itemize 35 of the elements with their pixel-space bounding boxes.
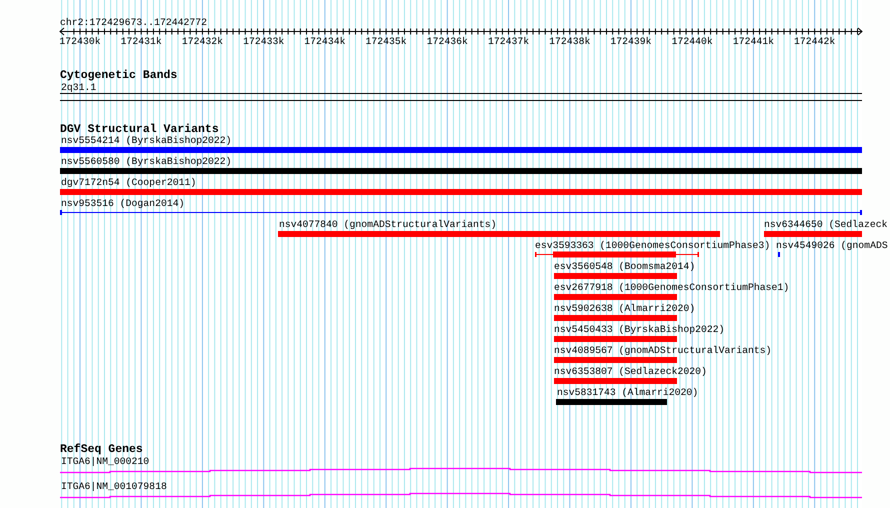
tick-label: 172431k <box>120 36 162 47</box>
feature-label: esv3560548 (Boomsma2014) <box>554 261 696 272</box>
feature-label: nsv5450433 (ByrskaBishop2022) <box>554 324 724 335</box>
feature-label: nsv953516 (Dogan2014) <box>61 198 184 209</box>
tick-label: 172438k <box>549 36 590 47</box>
feature-label: esv2677918 (1000GenomesConsortiumPhase1) <box>554 282 790 293</box>
tick-label: 172436k <box>426 36 468 47</box>
feature-label: 2q31.1 <box>61 82 96 93</box>
tick-label: 172437k <box>488 36 530 47</box>
tick-label: 172439k <box>610 36 652 47</box>
coordinate-range: chr2:172429673..172442772 <box>60 17 207 28</box>
track-title: DGV Structural Variants <box>60 123 219 136</box>
feature-label: nsv5902638 (Almarri2020) <box>554 303 696 314</box>
tick-label: 172442k <box>794 36 836 47</box>
feature-label: nsv6344650 (Sedlazeck <box>764 219 888 230</box>
feature-label: nsv5831743 (Almarri2020) <box>557 387 698 398</box>
feature-label: ITGA6|NM_000210 <box>61 456 150 467</box>
tick-label: 172430k <box>59 36 101 47</box>
feature-label: ITGA6|NM_001079818 <box>61 481 167 492</box>
tick-label: 172434k <box>304 36 346 47</box>
feature-label: nsv5554214 (ByrskaBishop2022) <box>61 135 232 146</box>
feature-label: nsv5560580 (ByrskaBishop2022) <box>61 156 232 167</box>
tick-label: 172440k <box>672 36 713 47</box>
tick-label: 172433k <box>243 36 284 47</box>
track-title: Cytogenetic Bands <box>60 69 178 82</box>
feature-label: nsv4077840 (gnomADStructuralVariants) <box>279 219 497 230</box>
feature-label: dgv7172n54 (Cooper2011) <box>61 177 196 188</box>
tick-label: 172432k <box>182 36 224 47</box>
feature-label: nsv6353807 (Sedlazeck2020) <box>554 366 707 377</box>
track-title: RefSeq Genes <box>60 443 143 456</box>
feature-label: nsv4089567 (gnomADStructuralVariants) <box>554 345 772 356</box>
feature-label: nsv4549026 (gnomADS <box>776 240 888 251</box>
tick-label: 172441k <box>732 36 774 47</box>
feature-label: esv3593363 (1000GenomesConsortiumPhase3) <box>535 240 770 251</box>
tick-label: 172435k <box>366 36 407 47</box>
